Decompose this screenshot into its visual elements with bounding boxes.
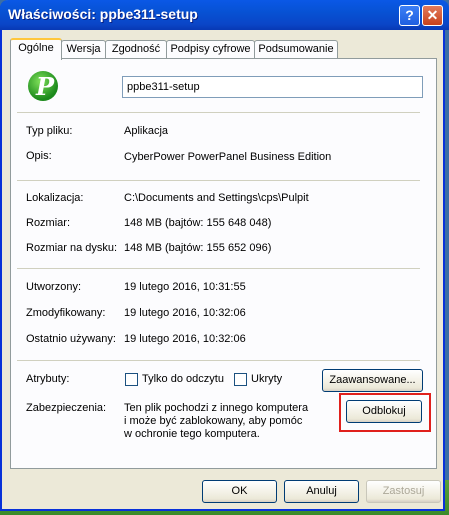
file-type-label: Typ pliku: bbox=[26, 125, 73, 137]
size-on-disk-value: 148 MB (bajtów: 155 652 096) bbox=[124, 242, 272, 254]
readonly-checkbox[interactable] bbox=[125, 373, 138, 386]
description-label: Opis: bbox=[26, 150, 52, 162]
security-text-line2: i może być zablokowany, aby pomóc bbox=[124, 415, 303, 427]
unblock-highlight-box bbox=[339, 393, 431, 432]
file-name-field[interactable]: ppbe311-setup bbox=[122, 76, 423, 98]
modified-value: 19 lutego 2016, 10:32:06 bbox=[124, 307, 246, 319]
security-label: Zabezpieczenia: bbox=[26, 402, 107, 414]
divider bbox=[17, 268, 420, 269]
tab-summary[interactable]: Podsumowanie bbox=[254, 40, 338, 58]
tab-version[interactable]: Wersja bbox=[61, 40, 106, 58]
svg-text:P: P bbox=[35, 72, 55, 101]
help-button[interactable]: ? bbox=[399, 5, 420, 26]
advanced-button[interactable]: Zaawansowane... bbox=[322, 369, 423, 392]
modified-label: Zmodyfikowany: bbox=[26, 307, 106, 319]
title-bar[interactable]: Właściwości: ppbe311-setup ? ✕ bbox=[0, 0, 449, 30]
tab-compatibility[interactable]: Zgodność bbox=[105, 40, 167, 58]
cancel-button[interactable]: Anuluj bbox=[284, 480, 359, 503]
readonly-checkbox-label[interactable]: Tylko do odczytu bbox=[142, 373, 224, 385]
divider bbox=[17, 180, 420, 181]
file-type-value: Aplikacja bbox=[124, 125, 169, 137]
security-text-line1: Ten plik pochodzi z innego komputera bbox=[124, 402, 309, 414]
window-title: Właściwości: ppbe311-setup bbox=[8, 6, 198, 22]
accessed-label: Ostatnio używany: bbox=[26, 333, 116, 345]
ok-button[interactable]: OK bbox=[202, 480, 277, 503]
description-value: CyberPower PowerPanel Business Edition bbox=[124, 151, 332, 163]
close-button[interactable]: ✕ bbox=[422, 5, 443, 26]
location-label: Lokalizacja: bbox=[26, 192, 84, 204]
security-text-line3: w ochronie tego komputera. bbox=[124, 428, 260, 440]
location-value: C:\Documents and Settings\cps\Pulpit bbox=[124, 192, 309, 204]
attributes-label: Atrybuty: bbox=[26, 373, 70, 385]
tab-general[interactable]: Ogólne bbox=[10, 38, 62, 60]
created-label: Utworzony: bbox=[26, 281, 82, 293]
hidden-checkbox[interactable] bbox=[234, 373, 247, 386]
size-value: 148 MB (bajtów: 155 648 048) bbox=[124, 217, 272, 229]
cyberpower-p-icon: P bbox=[28, 71, 58, 101]
hidden-checkbox-label[interactable]: Ukryty bbox=[251, 373, 282, 385]
tab-digital-signatures[interactable]: Podpisy cyfrowe bbox=[166, 40, 255, 58]
divider bbox=[17, 112, 420, 113]
divider bbox=[17, 360, 420, 361]
size-label: Rozmiar: bbox=[26, 217, 71, 229]
size-on-disk-label: Rozmiar na dysku: bbox=[26, 242, 118, 254]
accessed-value: 19 lutego 2016, 10:32:06 bbox=[124, 333, 246, 345]
created-value: 19 lutego 2016, 10:31:55 bbox=[124, 281, 246, 293]
apply-button[interactable]: Zastosuj bbox=[366, 480, 441, 503]
